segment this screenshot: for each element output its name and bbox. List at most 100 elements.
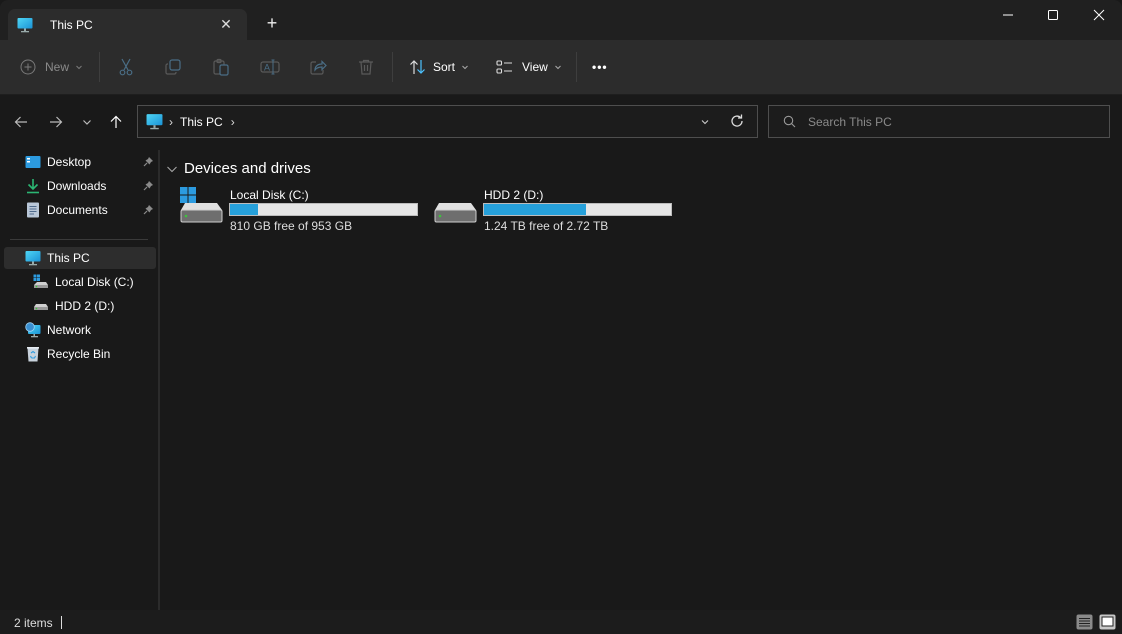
drive-usage-bar <box>483 203 672 216</box>
pin-icon[interactable] <box>143 180 154 191</box>
refresh-icon[interactable] <box>729 113 745 129</box>
drive-icon <box>434 203 477 223</box>
new-label: New <box>45 60 70 74</box>
forward-button[interactable] <box>44 111 68 133</box>
view-icon <box>496 60 512 74</box>
close-window-button[interactable] <box>1076 0 1122 30</box>
chevron-down-icon <box>167 166 177 172</box>
this-pc-icon <box>17 17 33 32</box>
drive-usage-bar <box>229 203 418 216</box>
drive-usage-fill <box>484 204 586 215</box>
chevron-down-icon <box>554 65 561 70</box>
toolbar-divider <box>392 52 393 82</box>
drive-free-space: 810 GB free of 953 GB <box>230 219 353 233</box>
breadcrumb-separator[interactable]: › <box>169 115 173 129</box>
group-title: Devices and drives <box>184 160 311 177</box>
close-tab-button[interactable]: ✕ <box>217 15 235 33</box>
chevron-down-icon <box>83 120 91 125</box>
navigation-bar: › This PC › <box>0 95 1122 150</box>
maximize-button[interactable] <box>1030 0 1076 30</box>
new-tab-button[interactable]: + <box>262 13 282 33</box>
arrow-right-icon <box>50 116 63 128</box>
chevron-down-icon <box>76 65 82 70</box>
drive-free-space: 1.24 TB free of 2.72 TB <box>484 219 609 233</box>
desktop-icon <box>25 156 41 168</box>
sidebar-item-label: Desktop <box>47 155 92 169</box>
svg-text:A: A <box>264 63 270 73</box>
sidebar-item-desktop[interactable]: Desktop <box>4 151 156 173</box>
rename-button[interactable]: A <box>260 52 280 82</box>
breadcrumb-separator[interactable]: › <box>231 115 235 129</box>
maximize-icon <box>1048 10 1058 20</box>
chevron-down-icon <box>462 65 468 70</box>
copy-button[interactable] <box>164 52 182 82</box>
sidebar-item-recycle-bin[interactable]: Recycle Bin <box>4 343 156 365</box>
sidebar-item-documents[interactable]: Documents <box>4 199 156 221</box>
sidebar-item-hdd-2-d[interactable]: HDD 2 (D:) <box>4 295 156 317</box>
arrow-left-icon <box>14 116 27 128</box>
drive-item-local-disk-c[interactable]: Local Disk (C:) 810 GB free of 953 GB <box>179 186 429 234</box>
address-history-chevron-icon[interactable] <box>697 114 713 130</box>
sidebar-divider <box>10 239 148 240</box>
group-header-devices-and-drives[interactable]: Devices and drives <box>166 160 311 177</box>
minimize-button[interactable] <box>985 0 1031 30</box>
title-bar: This PC ✕ + <box>0 0 1122 40</box>
delete-button[interactable] <box>357 52 375 82</box>
details-view-icon[interactable] <box>1076 614 1093 630</box>
sidebar-item-label: Recycle Bin <box>47 347 111 361</box>
tab-this-pc[interactable]: This PC ✕ <box>8 9 247 40</box>
trash-icon <box>359 59 373 75</box>
cut-button[interactable] <box>117 52 135 82</box>
sidebar-item-local-disk-c[interactable]: Local Disk (C:) <box>4 271 156 293</box>
status-divider <box>61 616 62 629</box>
documents-icon <box>27 202 39 218</box>
large-icons-view-icon[interactable] <box>1099 614 1116 630</box>
sort-label: Sort <box>433 60 456 74</box>
this-pc-icon <box>146 114 163 130</box>
sidebar-item-downloads[interactable]: Downloads <box>4 175 156 197</box>
address-bar[interactable]: › This PC › <box>137 105 758 138</box>
share-icon <box>310 60 327 75</box>
command-bar: New A Sort View ••• <box>0 40 1122 95</box>
pin-icon[interactable] <box>143 204 154 215</box>
item-count: 2 items <box>14 616 53 630</box>
more-icon: ••• <box>592 60 608 74</box>
drive-name: Local Disk (C:) <box>230 188 309 202</box>
drive-item-hdd-2-d[interactable]: HDD 2 (D:) 1.24 TB free of 2.72 TB <box>433 186 683 234</box>
see-more-button[interactable]: ••• <box>592 52 608 82</box>
recent-locations-button[interactable] <box>75 111 99 133</box>
close-icon <box>1093 9 1105 21</box>
recycle-bin-icon <box>27 347 39 362</box>
pin-icon[interactable] <box>143 156 154 167</box>
sidebar-item-label: This PC <box>47 251 90 265</box>
search-icon <box>783 115 796 128</box>
paste-button[interactable] <box>212 52 230 82</box>
view-label: View <box>522 60 548 74</box>
sidebar-item-this-pc[interactable]: This PC <box>4 247 156 269</box>
search-box[interactable] <box>768 105 1110 138</box>
sidebar-item-label: Network <box>47 323 92 337</box>
copy-icon <box>165 59 181 75</box>
sort-button[interactable]: Sort <box>409 52 469 82</box>
new-button[interactable]: New <box>20 52 83 82</box>
tab-title: This PC <box>50 17 93 32</box>
paste-icon <box>213 58 229 76</box>
view-button[interactable]: View <box>496 52 562 82</box>
drive-name: HDD 2 (D:) <box>484 188 544 202</box>
file-view: Devices and drives Local Disk (C:) 810 G… <box>160 150 1122 610</box>
share-button[interactable] <box>309 52 327 82</box>
sort-icon <box>410 60 425 74</box>
status-bar: 2 items <box>0 610 1122 634</box>
downloads-icon <box>27 179 39 194</box>
breadcrumb-this-pc[interactable]: This PC <box>180 115 223 129</box>
navigation-pane: Desktop Downloads Documents This PC Loca… <box>0 150 158 610</box>
up-button[interactable] <box>104 111 128 133</box>
minimize-icon <box>1003 14 1013 16</box>
sidebar-item-network[interactable]: Network <box>4 319 156 341</box>
search-input[interactable] <box>808 114 1088 129</box>
windows-drive-icon <box>33 274 48 288</box>
back-button[interactable] <box>9 111 33 133</box>
sidebar-item-label: Local Disk (C:) <box>55 275 134 289</box>
this-pc-icon <box>25 251 41 266</box>
toolbar-divider <box>576 52 577 82</box>
